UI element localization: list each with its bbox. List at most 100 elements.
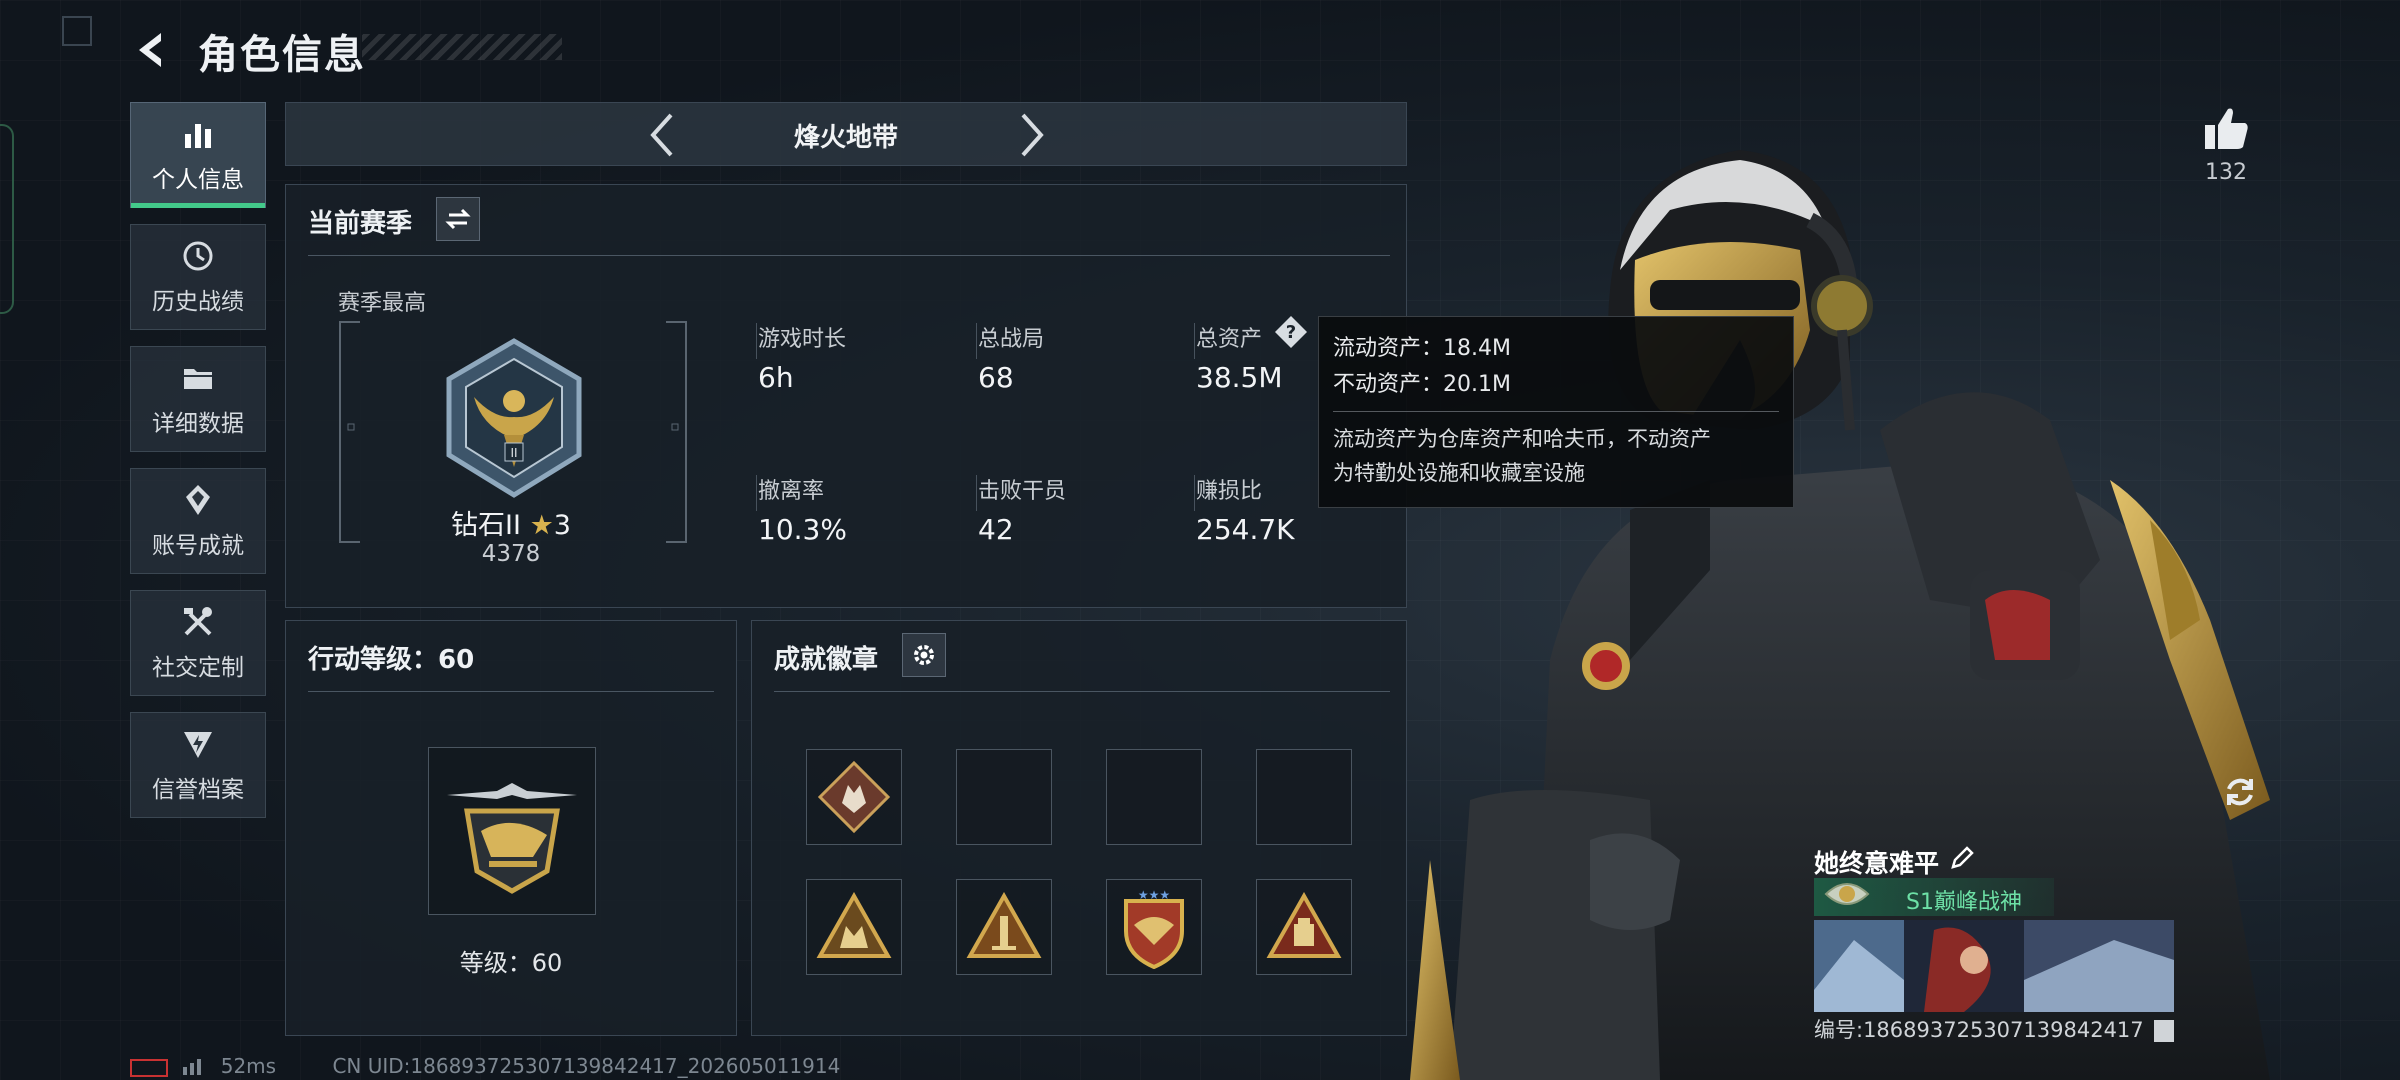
rank-row: 钻石II ★3 (396, 503, 626, 542)
badge-slot[interactable]: ★★★ (1106, 879, 1202, 975)
supply-badge-icon (1266, 892, 1342, 958)
next-mode-button[interactable] (1008, 111, 1056, 159)
back-button[interactable] (128, 26, 176, 74)
rank-emblem: II (446, 338, 582, 498)
title-decoration (362, 34, 562, 60)
divider (1194, 323, 1195, 359)
nav-item-label: 详细数据 (152, 411, 244, 437)
like-button[interactable] (2196, 98, 2256, 158)
svg-text:II: II (510, 446, 517, 460)
divider (1194, 475, 1195, 511)
badge-slot[interactable] (806, 749, 902, 845)
stat-value: 10.3% (758, 513, 847, 546)
star-icon: ★ (529, 510, 554, 541)
divider (976, 475, 977, 511)
stat-label: 总资产 (1196, 327, 1263, 352)
rotate-model-button[interactable] (2216, 768, 2264, 816)
player-title-badge: S1巅峰战神 (1814, 878, 2054, 916)
corner-decoration (62, 16, 92, 46)
nav-item-label: 社交定制 (152, 655, 244, 681)
level-text: 等级：60 (459, 949, 563, 977)
chevron-right-icon (1021, 113, 1044, 157)
switch-season-button[interactable] (436, 197, 480, 241)
copy-icon[interactable] (2154, 1020, 2175, 1042)
like-count: 132 (2205, 160, 2247, 185)
side-drawer-handle[interactable] (0, 124, 14, 314)
nav-item-personal-info[interactable]: 个人信息 (130, 102, 266, 208)
season-best-label: 赛季最高 (338, 291, 427, 316)
battery-icon (130, 1058, 168, 1077)
player-banner[interactable] (1814, 920, 2174, 1012)
page-title: 角色信息 (198, 32, 366, 78)
mode-title: 烽火地带 (793, 123, 898, 153)
footer-uid: CN UID:1868937253071398424​17_2026050119… (332, 1054, 841, 1078)
divider (308, 691, 714, 692)
eagle-shield-badge-icon: ★★★ (1124, 888, 1184, 969)
stat-label: 总战局 (978, 327, 1045, 352)
edit-name-button[interactable] (1948, 844, 1978, 874)
tooltip-note-line: 为特勤处设施和收藏室设施 (1333, 461, 1585, 485)
title-emblem-icon (1824, 883, 1870, 905)
clock-icon (183, 241, 213, 271)
gear-icon (914, 645, 934, 665)
rank-points: 4378 (481, 541, 541, 567)
level-emblem-frame (428, 747, 596, 915)
action-level-panel: 行动等级：60 等级：60 (285, 620, 737, 1036)
tooltip-liquid-assets: 流动资产：18.4M (1333, 336, 1511, 361)
signal-icon (182, 1055, 206, 1080)
stat-label: 游戏时长 (758, 327, 847, 352)
wolf-badge-icon (817, 760, 891, 834)
asset-tooltip: 流动资产：18.4M 不动资产：20.1M 流动资产为仓库资产和哈夫币，不动资产… (1318, 316, 1794, 508)
nav-item-history[interactable]: 历史战绩 (130, 224, 266, 330)
thumbs-up-icon (2205, 108, 2248, 149)
latency: 52ms (220, 1054, 277, 1078)
nav-item-social[interactable]: 社交定制 (130, 590, 266, 696)
swap-icon (445, 208, 471, 230)
rank-stars: 3 (553, 510, 571, 541)
badge-settings-button[interactable] (902, 633, 946, 677)
pencil-icon (1951, 846, 1974, 869)
player-uid: 编号:1868937253071398424​17 (1814, 1014, 2175, 1044)
medal-icon (186, 485, 210, 515)
badge-slot-empty[interactable] (1106, 749, 1202, 845)
divider (308, 255, 1390, 256)
divider (1333, 411, 1779, 412)
badge-slot[interactable] (1256, 879, 1352, 975)
badge-slot[interactable] (956, 879, 1052, 975)
nav-item-details[interactable]: 详细数据 (130, 346, 266, 452)
divider (756, 323, 757, 359)
stat-value: 254.7K (1196, 513, 1295, 546)
nav-item-credit[interactable]: 信誉档案 (130, 712, 266, 818)
mode-switcher: 烽火地带 (285, 102, 1407, 166)
tooltip-fixed-assets: 不动资产：20.1M (1333, 372, 1511, 397)
player-uid-text: 编号:1868937253071398424​17 (1814, 1018, 2144, 1042)
rocket-badge-icon (966, 892, 1042, 958)
badge-slot[interactable] (806, 879, 902, 975)
season-title: 当前赛季 (308, 209, 413, 239)
player-title-text: S1巅峰战神 (1906, 890, 2022, 915)
divider (774, 691, 1390, 692)
bar-chart-icon (185, 124, 211, 148)
badge-slot-empty[interactable] (1256, 749, 1352, 845)
refresh-icon (2227, 778, 2253, 806)
svg-text:?: ? (1286, 322, 1296, 343)
nav-item-label: 历史战绩 (152, 289, 244, 315)
helicopter-emblem (447, 783, 577, 894)
shield-bolt-icon (184, 732, 212, 758)
divider (976, 323, 977, 359)
rank-name: 钻石II (451, 510, 521, 541)
stat-value: 42 (978, 513, 1014, 546)
stat-label: 撤离率 (758, 479, 825, 504)
stat-label: 击败干员 (978, 479, 1067, 504)
help-icon[interactable]: ? (1274, 315, 1308, 349)
badges-title: 成就徽章 (774, 645, 879, 675)
back-arrow-icon (139, 33, 161, 67)
tooltip-note-line: 流动资产为仓库资产和哈夫币，不动资产 (1333, 427, 1711, 451)
badge-slot-empty[interactable] (956, 749, 1052, 845)
tools-icon (184, 607, 212, 636)
stat-label: 赚损比 (1196, 479, 1263, 504)
squad-badge-icon (816, 892, 892, 958)
stat-value: 68 (978, 361, 1014, 394)
nav-item-achievements[interactable]: 账号成就 (130, 468, 266, 574)
banner-artwork (1814, 920, 2174, 1012)
